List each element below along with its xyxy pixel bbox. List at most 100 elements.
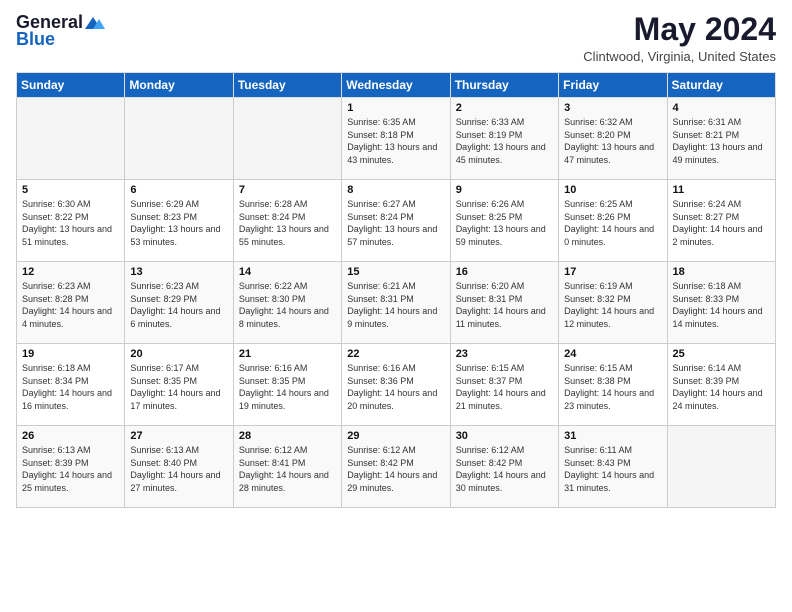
calendar-cell-w4-d3: 21 Sunrise: 6:16 AMSunset: 8:35 PMDayligh… (233, 344, 341, 426)
day-number: 11 (673, 184, 770, 196)
week-row-3: 12 Sunrise: 6:23 AMSunset: 8:28 PMDayligh… (17, 262, 776, 344)
calendar-cell-w2-d2: 6 Sunrise: 6:29 AMSunset: 8:23 PMDaylight… (125, 180, 233, 262)
day-info: Sunrise: 6:13 AMSunset: 8:40 PMDaylight:… (130, 444, 227, 494)
day-info: Sunrise: 6:31 AMSunset: 8:21 PMDaylight:… (673, 116, 770, 166)
day-info: Sunrise: 6:11 AMSunset: 8:43 PMDaylight:… (564, 444, 661, 494)
calendar-cell-w1-d6: 3 Sunrise: 6:32 AMSunset: 8:20 PMDaylight… (559, 98, 667, 180)
day-info: Sunrise: 6:14 AMSunset: 8:39 PMDaylight:… (673, 362, 770, 412)
header-sunday: Sunday (17, 73, 125, 98)
calendar-cell-w3-d2: 13Sunrise: 6:23 AMSunset: 8:29 PMDayligh… (125, 262, 233, 344)
day-number: 19 (22, 348, 119, 360)
calendar-header-row: Sunday Monday Tuesday Wednesday Thursday… (17, 73, 776, 98)
day-info: Sunrise: 6:15 AMSunset: 8:38 PMDaylight:… (564, 362, 661, 412)
calendar-cell-w3-d7: 18 Sunrise: 6:18 AMSunset: 8:33 PMDayligh… (667, 262, 775, 344)
day-info: Sunrise: 6:12 AMSunset: 8:42 PMDaylight:… (456, 444, 553, 494)
calendar-cell-w3-d6: 17 Sunrise: 6:19 AMSunset: 8:32 PMDayligh… (559, 262, 667, 344)
calendar-cell-w4-d2: 20 Sunrise: 6:17 AMSunset: 8:35 PMDayligh… (125, 344, 233, 426)
calendar-cell-w5-d3: 28 Sunrise: 6:12 AMSunset: 8:41 PMDayligh… (233, 426, 341, 508)
page-subtitle: Clintwood, Virginia, United States (583, 49, 776, 64)
day-number: 21 (239, 348, 336, 360)
header: General Blue May 2024 Clintwood, Virgini… (16, 12, 776, 64)
calendar-table: Sunday Monday Tuesday Wednesday Thursday… (16, 72, 776, 508)
day-number: 13 (130, 266, 227, 278)
day-number: 15 (347, 266, 444, 278)
calendar-cell-w4-d7: 25Sunrise: 6:14 AMSunset: 8:39 PMDayligh… (667, 344, 775, 426)
day-number: 28 (239, 430, 336, 442)
week-row-1: 1Sunrise: 6:35 AMSunset: 8:18 PMDaylight… (17, 98, 776, 180)
calendar-cell-w5-d6: 31Sunrise: 6:11 AMSunset: 8:43 PMDayligh… (559, 426, 667, 508)
day-number: 2 (456, 102, 553, 114)
calendar-cell-w1-d5: 2 Sunrise: 6:33 AMSunset: 8:19 PMDaylight… (450, 98, 558, 180)
calendar-cell-w1-d1 (17, 98, 125, 180)
day-info: Sunrise: 6:16 AMSunset: 8:36 PMDaylight:… (347, 362, 444, 412)
calendar-cell-w2-d3: 7 Sunrise: 6:28 AMSunset: 8:24 PMDaylight… (233, 180, 341, 262)
calendar-cell-w2-d1: 5 Sunrise: 6:30 AMSunset: 8:22 PMDaylight… (17, 180, 125, 262)
day-info: Sunrise: 6:15 AMSunset: 8:37 PMDaylight:… (456, 362, 553, 412)
day-number: 1 (347, 102, 444, 114)
day-number: 9 (456, 184, 553, 196)
day-info: Sunrise: 6:22 AMSunset: 8:30 PMDaylight:… (239, 280, 336, 330)
day-number: 5 (22, 184, 119, 196)
day-info: Sunrise: 6:25 AMSunset: 8:26 PMDaylight:… (564, 198, 661, 248)
day-info: Sunrise: 6:18 AMSunset: 8:33 PMDaylight:… (673, 280, 770, 330)
day-number: 23 (456, 348, 553, 360)
calendar-cell-w2-d5: 9Sunrise: 6:26 AMSunset: 8:25 PMDaylight… (450, 180, 558, 262)
day-info: Sunrise: 6:17 AMSunset: 8:35 PMDaylight:… (130, 362, 227, 412)
day-number: 17 (564, 266, 661, 278)
page-title: May 2024 (583, 12, 776, 47)
day-info: Sunrise: 6:16 AMSunset: 8:35 PMDaylight:… (239, 362, 336, 412)
day-info: Sunrise: 6:12 AMSunset: 8:41 PMDaylight:… (239, 444, 336, 494)
day-number: 3 (564, 102, 661, 114)
day-number: 12 (22, 266, 119, 278)
calendar-cell-w5-d1: 26Sunrise: 6:13 AMSunset: 8:39 PMDayligh… (17, 426, 125, 508)
day-number: 14 (239, 266, 336, 278)
calendar-cell-w4-d4: 22 Sunrise: 6:16 AMSunset: 8:36 PMDayligh… (342, 344, 450, 426)
calendar-cell-w2-d4: 8 Sunrise: 6:27 AMSunset: 8:24 PMDaylight… (342, 180, 450, 262)
day-info: Sunrise: 6:19 AMSunset: 8:32 PMDaylight:… (564, 280, 661, 330)
day-number: 24 (564, 348, 661, 360)
logo-blue-text: Blue (16, 29, 55, 50)
day-number: 4 (673, 102, 770, 114)
calendar-cell-w3-d1: 12 Sunrise: 6:23 AMSunset: 8:28 PMDayligh… (17, 262, 125, 344)
calendar-cell-w5-d4: 29 Sunrise: 6:12 AMSunset: 8:42 PMDayligh… (342, 426, 450, 508)
header-saturday: Saturday (667, 73, 775, 98)
calendar-cell-w1-d4: 1Sunrise: 6:35 AMSunset: 8:18 PMDaylight… (342, 98, 450, 180)
day-info: Sunrise: 6:18 AMSunset: 8:34 PMDaylight:… (22, 362, 119, 412)
day-info: Sunrise: 6:20 AMSunset: 8:31 PMDaylight:… (456, 280, 553, 330)
calendar-cell-w1-d7: 4 Sunrise: 6:31 AMSunset: 8:21 PMDaylight… (667, 98, 775, 180)
calendar-cell-w3-d3: 14 Sunrise: 6:22 AMSunset: 8:30 PMDayligh… (233, 262, 341, 344)
header-tuesday: Tuesday (233, 73, 341, 98)
day-info: Sunrise: 6:28 AMSunset: 8:24 PMDaylight:… (239, 198, 336, 248)
day-number: 10 (564, 184, 661, 196)
calendar-cell-w3-d4: 15 Sunrise: 6:21 AMSunset: 8:31 PMDayligh… (342, 262, 450, 344)
calendar-cell-w3-d5: 16Sunrise: 6:20 AMSunset: 8:31 PMDayligh… (450, 262, 558, 344)
calendar-cell-w5-d7 (667, 426, 775, 508)
day-info: Sunrise: 6:27 AMSunset: 8:24 PMDaylight:… (347, 198, 444, 248)
day-number: 7 (239, 184, 336, 196)
day-number: 18 (673, 266, 770, 278)
day-info: Sunrise: 6:13 AMSunset: 8:39 PMDaylight:… (22, 444, 119, 494)
day-info: Sunrise: 6:21 AMSunset: 8:31 PMDaylight:… (347, 280, 444, 330)
calendar-cell-w4-d6: 24 Sunrise: 6:15 AMSunset: 8:38 PMDayligh… (559, 344, 667, 426)
day-number: 29 (347, 430, 444, 442)
header-friday: Friday (559, 73, 667, 98)
header-monday: Monday (125, 73, 233, 98)
day-number: 22 (347, 348, 444, 360)
day-info: Sunrise: 6:32 AMSunset: 8:20 PMDaylight:… (564, 116, 661, 166)
day-number: 27 (130, 430, 227, 442)
day-info: Sunrise: 6:30 AMSunset: 8:22 PMDaylight:… (22, 198, 119, 248)
week-row-2: 5 Sunrise: 6:30 AMSunset: 8:22 PMDaylight… (17, 180, 776, 262)
day-info: Sunrise: 6:23 AMSunset: 8:28 PMDaylight:… (22, 280, 119, 330)
logo: General Blue (16, 12, 105, 50)
page: General Blue May 2024 Clintwood, Virgini… (0, 0, 792, 612)
day-number: 6 (130, 184, 227, 196)
week-row-5: 26Sunrise: 6:13 AMSunset: 8:39 PMDayligh… (17, 426, 776, 508)
day-number: 20 (130, 348, 227, 360)
day-number: 8 (347, 184, 444, 196)
day-info: Sunrise: 6:12 AMSunset: 8:42 PMDaylight:… (347, 444, 444, 494)
calendar-cell-w1-d2 (125, 98, 233, 180)
day-info: Sunrise: 6:29 AMSunset: 8:23 PMDaylight:… (130, 198, 227, 248)
calendar-cell-w2-d6: 10 Sunrise: 6:25 AMSunset: 8:26 PMDayligh… (559, 180, 667, 262)
day-info: Sunrise: 6:33 AMSunset: 8:19 PMDaylight:… (456, 116, 553, 166)
week-row-4: 19 Sunrise: 6:18 AMSunset: 8:34 PMDayligh… (17, 344, 776, 426)
